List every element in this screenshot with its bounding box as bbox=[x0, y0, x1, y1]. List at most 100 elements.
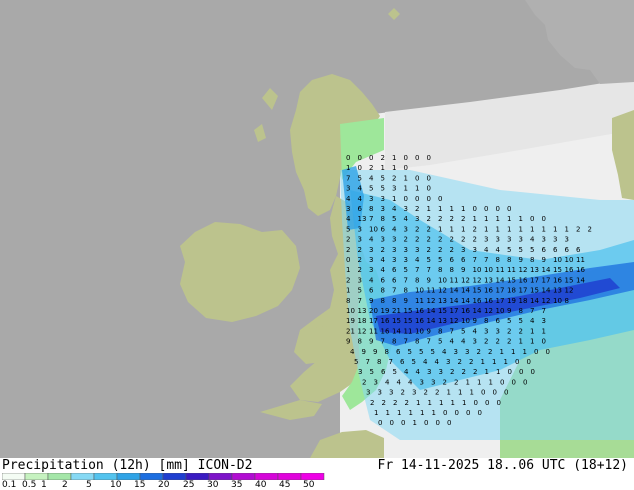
grid-value: 3 bbox=[496, 236, 500, 244]
legend-label: 0.5 bbox=[22, 480, 37, 490]
grid-value: 1 bbox=[416, 399, 420, 407]
grid-value: 2 bbox=[370, 399, 374, 407]
grid-value: 2 bbox=[401, 389, 405, 397]
grid-value: 0 bbox=[481, 389, 485, 397]
grid-value: 9 bbox=[473, 317, 477, 325]
grid-value: 9 bbox=[369, 338, 373, 346]
grid-value: 1 bbox=[409, 409, 413, 417]
grid-value: 1 bbox=[519, 225, 523, 233]
grid-value: 7 bbox=[346, 174, 350, 182]
grid-value: 16 bbox=[553, 276, 562, 284]
grid-value: 6 bbox=[565, 246, 570, 254]
legend-label: 5 bbox=[86, 480, 92, 490]
grid-value: 21 bbox=[346, 327, 355, 335]
grid-value: 17 bbox=[530, 276, 539, 284]
grid-value: 6 bbox=[392, 266, 397, 274]
grid-value: 3 bbox=[473, 338, 477, 346]
grid-value: 15 bbox=[404, 317, 413, 325]
grid-value: 3 bbox=[369, 195, 373, 203]
grid-value: 10 bbox=[415, 287, 424, 295]
grid-value: 5 bbox=[358, 174, 362, 182]
grid-value: 13 bbox=[358, 307, 367, 315]
grid-value: 3 bbox=[415, 215, 419, 223]
grid-value: 2 bbox=[381, 154, 385, 162]
grid-value: 3 bbox=[415, 246, 419, 254]
legend-swatch bbox=[254, 473, 279, 480]
grid-value: 11 bbox=[450, 276, 459, 284]
legend-swatch bbox=[162, 473, 187, 480]
grid-value: 1 bbox=[415, 185, 419, 193]
grid-value: 1 bbox=[386, 409, 390, 417]
grid-value: 6 bbox=[496, 317, 501, 325]
grid-value: 2 bbox=[427, 215, 431, 223]
legend-swatch bbox=[208, 473, 233, 480]
grid-value: 1 bbox=[466, 378, 470, 386]
grid-value: 3 bbox=[431, 378, 435, 386]
grid-value: 1 bbox=[473, 215, 477, 223]
grid-value: 5 bbox=[370, 368, 374, 376]
grid-value: 13 bbox=[530, 266, 539, 274]
grid-value: 3 bbox=[496, 327, 500, 335]
grid-value: 6 bbox=[358, 205, 363, 213]
grid-value: 0 bbox=[346, 154, 350, 162]
grid-value: 7 bbox=[404, 276, 408, 284]
legend-label: 1 bbox=[41, 480, 47, 490]
grid-value: 3 bbox=[366, 389, 370, 397]
grid-value: 1 bbox=[485, 368, 489, 376]
grid-value: 4 bbox=[530, 317, 535, 325]
grid-value: 8 bbox=[415, 338, 419, 346]
precipitation-map[interactable]: 0002100010211075452100345531104433100003… bbox=[0, 0, 634, 458]
grid-value: 2 bbox=[461, 236, 465, 244]
grid-value: 8 bbox=[346, 297, 350, 305]
grid-value: 3 bbox=[346, 185, 350, 193]
grid-value: 2 bbox=[450, 368, 454, 376]
grid-value: 4 bbox=[415, 256, 420, 264]
grid-value: 2 bbox=[415, 225, 419, 233]
grid-value: 0 bbox=[404, 154, 408, 162]
grid-value: 3 bbox=[358, 276, 362, 284]
grid-value: 21 bbox=[392, 307, 401, 315]
grid-value: 4 bbox=[385, 378, 390, 386]
grid-value: 1 bbox=[484, 215, 488, 223]
grid-value: 9 bbox=[404, 297, 408, 305]
grid-value: 9 bbox=[507, 307, 511, 315]
grid-value: 1 bbox=[461, 225, 465, 233]
grid-value: 2 bbox=[461, 215, 465, 223]
grid-value: 10 bbox=[565, 256, 574, 264]
grid-value: 16 bbox=[473, 297, 482, 305]
grid-value: 3 bbox=[369, 256, 373, 264]
grid-value: 4 bbox=[358, 195, 363, 203]
grid-value: 0 bbox=[484, 205, 488, 213]
grid-value: 0 bbox=[436, 419, 440, 427]
grid-value: 3 bbox=[465, 348, 469, 356]
grid-value: 15 bbox=[404, 307, 413, 315]
grid-value: 8 bbox=[519, 307, 523, 315]
grid-value: 1 bbox=[500, 348, 504, 356]
grid-value: 16 bbox=[381, 327, 390, 335]
grid-value: 16 bbox=[565, 266, 574, 274]
grid-value: 2 bbox=[488, 348, 492, 356]
grid-value: 1 bbox=[565, 225, 569, 233]
grid-value: 7 bbox=[392, 287, 396, 295]
grid-value: 2 bbox=[438, 236, 442, 244]
grid-value: 10 bbox=[553, 256, 562, 264]
grid-value: 9 bbox=[362, 348, 366, 356]
legend-swatch bbox=[47, 473, 72, 480]
grid-value: 0 bbox=[473, 205, 477, 213]
grid-value: 8 bbox=[507, 256, 511, 264]
grid-value: 2 bbox=[381, 246, 385, 254]
grid-value: 0 bbox=[534, 348, 538, 356]
grid-value: 0 bbox=[519, 368, 523, 376]
grid-value: 2 bbox=[392, 174, 396, 182]
grid-value: 6 bbox=[381, 225, 386, 233]
grid-value: 3 bbox=[420, 378, 424, 386]
grid-value: 14 bbox=[427, 317, 436, 325]
grid-value: 7 bbox=[389, 358, 393, 366]
grid-value: 3 bbox=[392, 236, 396, 244]
grid-value: 2 bbox=[507, 338, 511, 346]
grid-value: 4 bbox=[381, 256, 386, 264]
legend-swatch bbox=[231, 473, 256, 480]
grid-value: 10 bbox=[415, 327, 424, 335]
grid-value: 16 bbox=[415, 307, 424, 315]
grid-value: 5 bbox=[381, 174, 385, 182]
